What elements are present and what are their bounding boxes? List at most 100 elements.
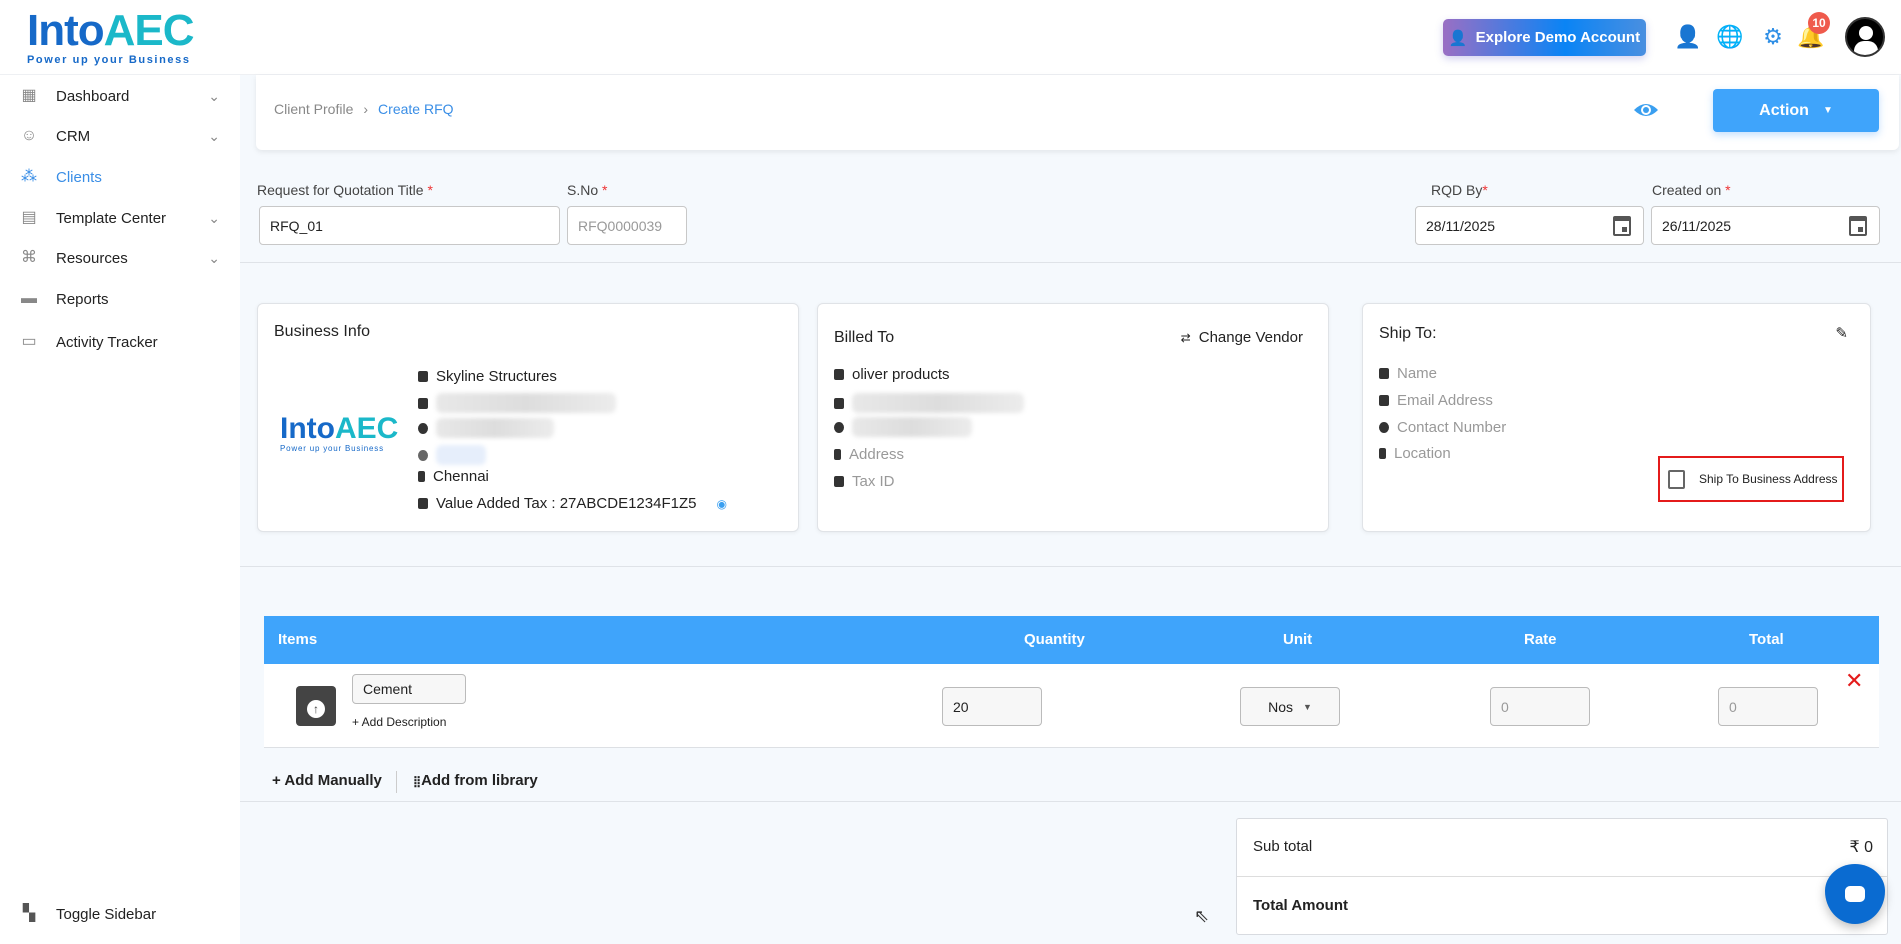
add-manually-button[interactable]: + Add Manually xyxy=(272,772,382,789)
created-on-date-input[interactable]: 26/11/2025 xyxy=(1651,206,1880,245)
gear-icon[interactable]: ⚙ xyxy=(1760,24,1786,50)
total-amount-label: Total Amount xyxy=(1253,897,1348,914)
eye-icon[interactable]: ◉ xyxy=(716,497,726,511)
toggle-sidebar-label: Toggle Sidebar xyxy=(56,905,157,923)
sidebar-item-dashboard[interactable]: ▦ Dashboard ⌄ xyxy=(20,81,220,111)
ship-to-business-address-checkbox[interactable]: Ship To Business Address xyxy=(1658,456,1844,502)
sidebar-item-resources[interactable]: ⌘ Resources ⌄ xyxy=(20,243,220,273)
building-icon xyxy=(418,371,428,382)
logo-text-a: Into xyxy=(27,6,105,55)
sno-label: S.No * xyxy=(567,182,608,198)
rfq-title-label: Request for Quotation Title * xyxy=(257,182,433,198)
rqd-by-date-input[interactable]: 28/11/2025 xyxy=(1415,206,1644,245)
remove-row-close-icon[interactable]: ✕ xyxy=(1845,668,1863,694)
created-on-value: 26/11/2025 xyxy=(1662,217,1732,234)
sno-input[interactable]: RFQ0000039 xyxy=(567,206,687,245)
business-name: Skyline Structures xyxy=(436,368,557,385)
building-icon xyxy=(834,369,844,380)
rfq-title-input[interactable]: RFQ_01 xyxy=(259,206,560,245)
calendar-icon[interactable] xyxy=(1613,216,1631,236)
explore-demo-button[interactable]: 👤 Explore Demo Account xyxy=(1443,19,1646,56)
sidebar: ▦ Dashboard ⌄ ☺ CRM ⌄ ⁂ Clients ▤ Template Cen… xyxy=(0,75,240,944)
document-icon xyxy=(834,476,844,487)
redacted-email xyxy=(436,393,616,413)
total-input[interactable]: 0 xyxy=(1718,687,1818,726)
caret-down-icon: ▼ xyxy=(1302,701,1312,712)
sidebar-item-label: Template Center xyxy=(56,209,167,227)
sidebar-item-template-center[interactable]: ▤ Template Center ⌄ xyxy=(20,203,220,233)
reports-icon: ▬ xyxy=(21,290,37,307)
rqd-by-value: 28/11/2025 xyxy=(1426,217,1496,234)
subtotal-label: Sub total xyxy=(1253,838,1313,855)
toggle-sidebar-button[interactable]: ▚ Toggle Sidebar xyxy=(20,899,220,929)
add-from-library-label: Add from library xyxy=(421,772,538,789)
sidebar-item-clients[interactable]: ⁂ Clients xyxy=(20,162,220,192)
avatar[interactable] xyxy=(1845,17,1885,57)
business-info-card: Business Info IntoAEC Power up your Busi… xyxy=(257,303,799,532)
redacted-website xyxy=(436,445,486,465)
sidebar-item-activity-tracker[interactable]: ▭ Activity Tracker xyxy=(20,327,220,357)
sidebar-item-label: Reports xyxy=(56,290,109,308)
created-on-label: Created on * xyxy=(1652,182,1731,198)
col-items: Items xyxy=(278,631,318,648)
pencil-edit-icon[interactable]: ✎ xyxy=(1835,324,1848,342)
globe-icon xyxy=(418,449,428,461)
items-table-header: Items Quantity Unit Rate Total xyxy=(264,616,1879,664)
business-info-title: Business Info xyxy=(274,323,371,340)
table-row: ↑ Cement + Add Description 20 Nos ▼ 0 0 ✕ xyxy=(264,664,1879,748)
action-dropdown-button[interactable]: Action ▼ xyxy=(1713,89,1879,132)
change-vendor-label: Change Vendor xyxy=(1198,329,1303,346)
sidebar-item-reports[interactable]: ▬ Reports xyxy=(20,284,220,314)
divider xyxy=(396,771,397,793)
ship-location: Location xyxy=(1394,445,1451,462)
divider xyxy=(1237,876,1887,877)
activity-icon: ▭ xyxy=(21,333,37,350)
sidebar-item-crm[interactable]: ☺ CRM ⌄ xyxy=(20,121,220,151)
location-icon xyxy=(834,449,841,460)
billed-name: oliver products xyxy=(852,366,950,383)
clients-icon: ⁂ xyxy=(21,168,37,185)
action-label: Action xyxy=(1759,101,1809,119)
divider xyxy=(240,262,1901,263)
brand-logo[interactable]: IntoAEC Power up your Business xyxy=(27,6,195,67)
eye-icon[interactable] xyxy=(1632,98,1660,122)
checkbox[interactable] xyxy=(1668,469,1685,489)
col-total: Total xyxy=(1749,631,1784,648)
change-vendor-button[interactable]: ⇄ Change Vendor xyxy=(1181,329,1303,346)
item-name-value: Cement xyxy=(363,681,413,697)
billed-to-title: Billed To xyxy=(834,329,895,346)
upload-folder-icon[interactable]: ↑ xyxy=(296,686,336,726)
phone-icon xyxy=(1379,422,1389,433)
unit-select[interactable]: Nos ▼ xyxy=(1240,687,1340,726)
breadcrumb-parent[interactable]: Client Profile xyxy=(274,101,353,117)
rfq-title-value: RFQ_01 xyxy=(270,217,323,234)
redacted-phone xyxy=(852,417,972,437)
chevron-down-icon: ⌄ xyxy=(208,87,220,104)
top-header: IntoAEC Power up your Business 👤 Explore … xyxy=(0,0,1901,75)
rqd-by-label: RQD By* xyxy=(1431,182,1488,198)
rate-input[interactable]: 0 xyxy=(1490,687,1590,726)
globe-icon[interactable]: 🌐 xyxy=(1716,24,1743,50)
quantity-value: 20 xyxy=(953,698,969,715)
add-description-link[interactable]: + Add Description xyxy=(352,715,446,729)
chevron-down-icon: ⌄ xyxy=(208,209,220,226)
redacted-email xyxy=(852,393,1024,413)
divider xyxy=(240,566,1901,567)
library-icon: ⣿ xyxy=(413,776,422,788)
breadcrumb: Client Profile › Create RFQ xyxy=(274,101,454,117)
logo-tagline: Power up your Business xyxy=(27,54,191,66)
add-user-icon[interactable]: 👤 xyxy=(1674,24,1701,50)
billed-address: Address xyxy=(849,446,905,463)
user-icon: 👤 xyxy=(1448,29,1468,47)
checkbox-label: Ship To Business Address xyxy=(1699,472,1838,486)
email-icon xyxy=(1379,395,1389,406)
quantity-input[interactable]: 20 xyxy=(942,687,1042,726)
sidebar-item-label: Clients xyxy=(56,168,102,186)
add-from-library-button[interactable]: ⣿Add from library xyxy=(413,772,538,789)
item-name-input[interactable]: Cement xyxy=(352,674,466,704)
col-quantity: Quantity xyxy=(1024,631,1085,648)
email-icon xyxy=(418,397,428,409)
sidebar-item-label: CRM xyxy=(56,127,91,145)
calendar-icon[interactable] xyxy=(1849,216,1867,236)
business-location: Chennai xyxy=(433,468,489,485)
